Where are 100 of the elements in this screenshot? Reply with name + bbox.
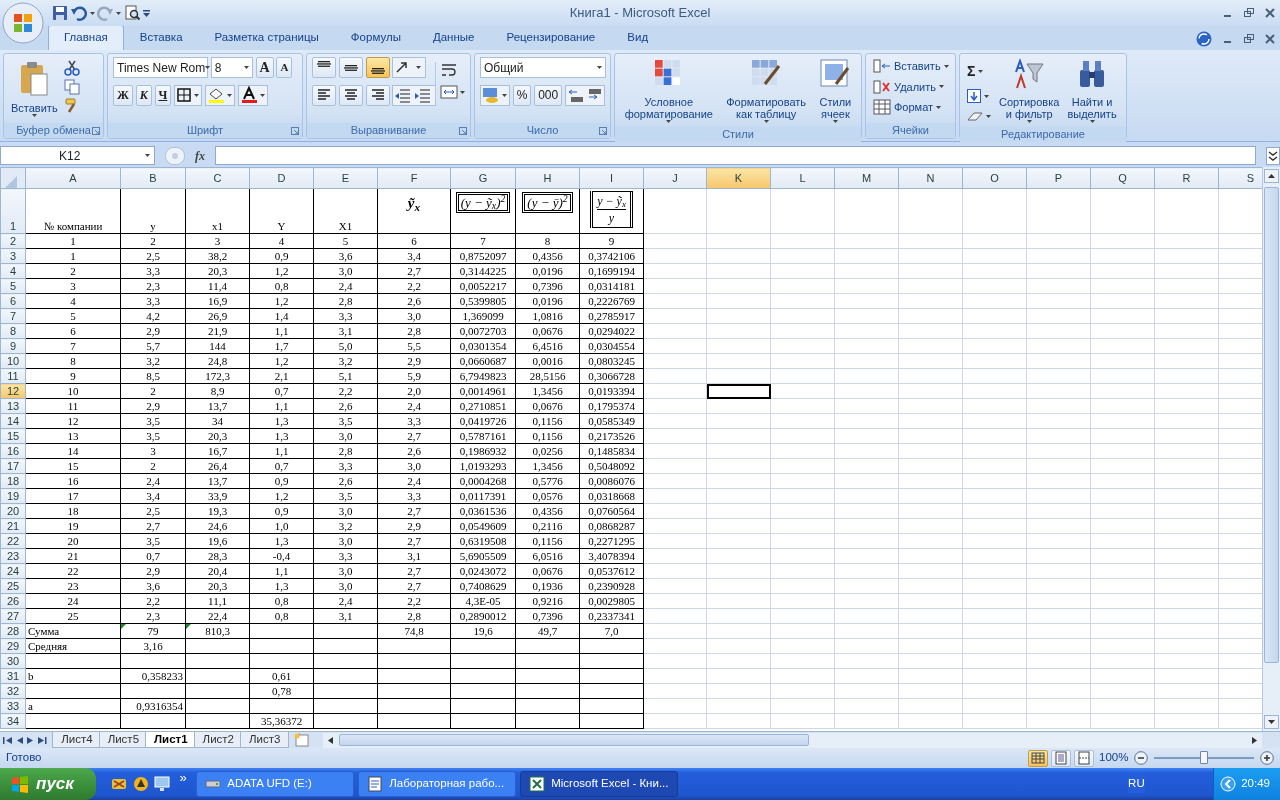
scroll-thumb[interactable] <box>339 734 810 746</box>
caret-icon[interactable] <box>939 85 944 89</box>
align-button[interactable] <box>312 84 336 106</box>
caret-icon[interactable] <box>943 64 949 68</box>
first-sheet-icon[interactable] <box>2 735 13 745</box>
close-icon[interactable] <box>1264 8 1275 18</box>
caret-icon[interactable] <box>666 120 672 123</box>
last-sheet-icon[interactable] <box>37 735 47 745</box>
sheet-tab[interactable]: Лист1 <box>145 732 197 748</box>
caret-icon[interactable] <box>31 114 37 117</box>
align-button[interactable] <box>365 84 390 106</box>
decimal-buttons-icon[interactable] <box>564 84 605 106</box>
styles-button[interactable]: Форматировать как таблицу <box>724 57 809 124</box>
number-format-field[interactable]: Общий <box>480 57 606 78</box>
caret-icon[interactable] <box>145 154 150 157</box>
taskbar-button[interactable]: ADATA UFD (E:) <box>196 771 355 797</box>
font-color-icon[interactable] <box>237 84 268 106</box>
styles-button[interactable]: Условное форматирование <box>622 57 715 124</box>
expand-icon[interactable] <box>1266 146 1280 165</box>
view-button[interactable] <box>1073 749 1094 767</box>
cells-button[interactable]: Удалить <box>871 77 946 96</box>
taskbar-button[interactable]: Microsoft Excel - Кни... <box>520 771 679 797</box>
sheet-tab[interactable]: Лист3 <box>240 732 290 748</box>
cells-button[interactable]: Вставить <box>871 57 951 76</box>
font-size-field[interactable]: 8 <box>210 57 253 78</box>
font-name-field[interactable]: Times New Rom <box>113 57 208 78</box>
ribbon-tab[interactable]: Формулы <box>334 24 417 50</box>
save-icon[interactable] <box>52 5 68 21</box>
column-header[interactable]: C <box>185 167 250 189</box>
currency-icon[interactable] <box>480 84 510 106</box>
caret-icon[interactable] <box>1026 120 1032 123</box>
caret-icon[interactable] <box>1089 120 1095 123</box>
styles-button[interactable]: Стили ячеек <box>817 57 854 124</box>
column-header[interactable]: G <box>450 167 516 189</box>
app-icon[interactable] <box>111 776 127 792</box>
ribbon-tab[interactable]: Вид <box>611 24 665 50</box>
view-button[interactable] <box>1028 749 1049 767</box>
ribbon-tab[interactable]: Данные <box>416 24 491 50</box>
app-icon[interactable] <box>132 776 149 792</box>
monitor-icon[interactable] <box>154 776 170 792</box>
ribbon-tab[interactable]: Рецензирование <box>490 24 612 50</box>
caret-icon[interactable] <box>986 115 991 119</box>
fill-color-icon[interactable] <box>204 84 235 106</box>
caret-icon[interactable] <box>89 11 95 15</box>
orientation-icon[interactable] <box>392 57 427 78</box>
caret-icon[interactable] <box>763 120 769 123</box>
print-preview-icon[interactable] <box>123 5 140 21</box>
column-header[interactable]: L <box>770 167 835 189</box>
undo-icon[interactable] <box>70 5 87 21</box>
caret-icon[interactable] <box>984 94 989 98</box>
sheet-tab[interactable]: Лист2 <box>193 732 243 748</box>
column-header[interactable]: N <box>898 167 963 189</box>
name-box[interactable]: K12 <box>0 146 155 165</box>
vertical-align-button[interactable] <box>365 57 390 78</box>
caret-icon[interactable] <box>936 105 942 109</box>
zoom-in-icon[interactable] <box>1260 751 1274 765</box>
wrap-text-icon[interactable] <box>440 62 458 78</box>
italic-button[interactable]: К <box>135 84 152 106</box>
insert-function-button[interactable]: fx <box>195 146 205 165</box>
view-button[interactable] <box>1050 749 1071 767</box>
clear-button[interactable] <box>965 109 993 124</box>
autosum-button[interactable]: Σ <box>965 59 993 83</box>
start-button[interactable]: пуск <box>0 768 96 800</box>
caret-icon[interactable] <box>116 11 121 15</box>
dialog-launcher-icon[interactable] <box>291 127 299 135</box>
column-header[interactable]: H <box>515 167 580 189</box>
shrink-font-button[interactable]: A <box>276 57 293 78</box>
column-header[interactable]: A <box>25 167 121 189</box>
align-button[interactable] <box>338 84 363 106</box>
zoom-level[interactable]: 100% <box>1099 749 1129 767</box>
dialog-launcher-icon[interactable] <box>92 127 100 135</box>
vertical-align-button[interactable] <box>338 57 363 78</box>
dialog-launcher-icon[interactable] <box>459 127 467 135</box>
caret-icon[interactable] <box>978 69 984 73</box>
column-header[interactable]: P <box>1026 167 1091 189</box>
column-header[interactable]: F <box>377 167 451 189</box>
column-header[interactable]: B <box>120 167 186 189</box>
indent-icon[interactable] <box>392 84 437 106</box>
column-header[interactable]: Q <box>1090 167 1155 189</box>
column-header[interactable]: M <box>834 167 899 189</box>
previous-sheet-icon[interactable] <box>15 735 24 745</box>
vertical-align-button[interactable] <box>312 57 336 78</box>
caret-icon[interactable] <box>243 66 249 69</box>
zoom-out-icon[interactable] <box>1134 751 1148 765</box>
column-header[interactable]: I <box>579 167 644 189</box>
ribbon-tab[interactable]: Главная <box>48 24 124 50</box>
column-header[interactable]: S <box>1218 167 1262 189</box>
scroll-down-icon[interactable] <box>1264 715 1279 729</box>
percent-button[interactable]: % <box>512 84 532 106</box>
scroll-thumb[interactable] <box>1264 187 1279 663</box>
row-header[interactable]: 1 <box>0 188 26 234</box>
editing-button[interactable]: Сортировка и фильтр <box>997 57 1062 124</box>
restore-icon[interactable] <box>1243 8 1254 18</box>
borders-icon[interactable] <box>174 84 203 106</box>
column-header[interactable]: K <box>706 167 771 189</box>
caret-icon[interactable] <box>832 120 838 123</box>
ribbon-tab[interactable]: Разметка страницы <box>198 24 335 50</box>
taskbar-button[interactable]: Лабораторная рабо... <box>358 771 517 797</box>
underline-button[interactable]: Ч <box>154 84 172 106</box>
column-header[interactable]: R <box>1154 167 1219 189</box>
